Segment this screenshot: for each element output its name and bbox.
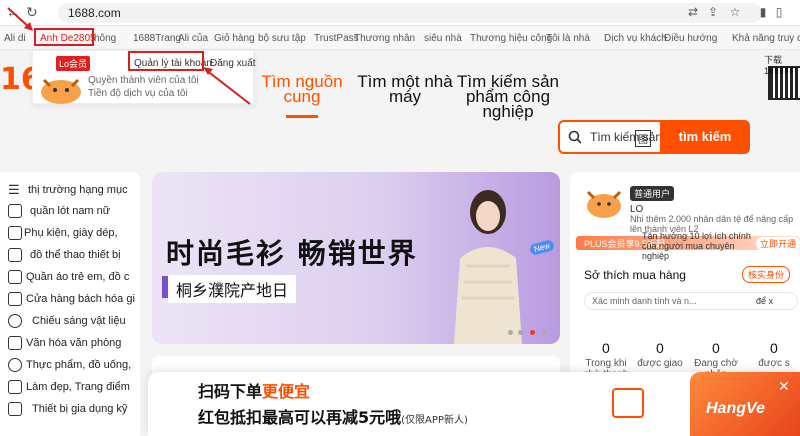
category-item[interactable]: Thiết bị gia dụng kỹ bbox=[32, 403, 127, 415]
stat-delivered-count[interactable]: 0 bbox=[656, 340, 664, 356]
promo-headline: 扫码下单更便宜 bbox=[198, 378, 310, 402]
purchase-preferences-title: Sở thích mua hàng bbox=[584, 268, 686, 282]
carousel-dot[interactable] bbox=[518, 330, 523, 335]
category-item[interactable]: Quần áo trẻ em, đồ c bbox=[26, 271, 129, 283]
promo-subline-text: 红包抵扣最高可以再减5元哦 bbox=[198, 408, 402, 427]
carousel-dot[interactable] bbox=[542, 330, 547, 335]
category-item[interactable]: Phụ kiện, giày dép, bbox=[24, 227, 118, 239]
stat-pending-payment-count[interactable]: 0 bbox=[602, 340, 610, 356]
bulb-icon bbox=[8, 314, 22, 328]
tab-find-factory[interactable]: Tìm một nhà máy bbox=[356, 73, 454, 105]
baby-icon bbox=[8, 270, 22, 284]
promo-subline-note: (仅限APP新人) bbox=[401, 415, 468, 426]
banner-title: 时尚毛衫 畅销世界 bbox=[166, 237, 418, 270]
gift-icon bbox=[612, 388, 644, 418]
beauty-icon bbox=[8, 380, 22, 394]
user-level-badge: 普通用户 bbox=[630, 186, 675, 201]
camera-icon bbox=[8, 402, 22, 416]
plus-open-button[interactable]: 立即开通 bbox=[756, 237, 800, 250]
office-icon bbox=[8, 336, 22, 350]
promo-headline-a: 扫码下单 bbox=[198, 382, 263, 401]
verify-identity-text: Xác minh danh tính và n... bbox=[592, 296, 697, 306]
category-item[interactable]: Cửa hàng bách hóa gi bbox=[26, 293, 135, 305]
active-tab-underline bbox=[286, 115, 318, 118]
category-item[interactable]: Chiếu sáng vật liệu bbox=[32, 315, 126, 327]
stat-delivered-label[interactable]: được giao bbox=[634, 358, 686, 369]
promo-subline: 红包抵扣最高可以再减5元哦(仅限APP新人) bbox=[198, 404, 468, 428]
category-item[interactable]: quần lót nam nữ bbox=[30, 205, 110, 217]
user-avatar bbox=[584, 184, 624, 220]
carousel-dot[interactable] bbox=[508, 330, 513, 335]
verify-identity-button[interactable]: 核实身份 bbox=[742, 266, 791, 283]
carousel-dot-active[interactable] bbox=[530, 330, 535, 335]
category-item[interactable]: Văn hóa văn phòng bbox=[26, 337, 121, 349]
close-icon[interactable]: ✕ bbox=[778, 378, 790, 395]
tab-find-source[interactable]: Tìm nguồn cung bbox=[250, 73, 354, 105]
category-item[interactable]: Làm đẹp, Trang điểm bbox=[26, 381, 130, 393]
promo-headline-b: 更便宜 bbox=[262, 382, 311, 401]
search-icon bbox=[568, 130, 582, 144]
search-button[interactable]: tìm kiếm bbox=[660, 120, 750, 154]
banner-subtitle: 桐乡濮院产地日 bbox=[168, 275, 297, 303]
food-icon bbox=[8, 358, 22, 372]
accessory-icon bbox=[8, 226, 22, 240]
category-item[interactable]: Thực phẩm, đồ uống, bbox=[26, 359, 131, 371]
category-item[interactable]: đồ thể thao thiết bị bbox=[30, 249, 121, 261]
banner-model-image bbox=[440, 178, 535, 344]
stat-awaiting-receipt-count[interactable]: 0 bbox=[712, 340, 720, 356]
stat-other-count[interactable]: 0 bbox=[770, 340, 778, 356]
upgrade-hint: Nhi thêm 2.000 nhân dân tệ để nâng cấp bbox=[630, 214, 794, 224]
plus-benefits-text: Tận hưởng 10 lợi ích chính của người mua… bbox=[642, 231, 751, 261]
shirt-icon bbox=[8, 204, 22, 218]
category-title[interactable]: thị trường hạng mục bbox=[28, 184, 128, 196]
search-input[interactable]: Tìm kiếm sản bbox=[590, 130, 662, 144]
image-search-icon[interactable]: 图 bbox=[635, 130, 651, 147]
toy-icon bbox=[8, 248, 22, 262]
watermark-logo: HangVe bbox=[706, 400, 765, 417]
qr-code bbox=[768, 66, 800, 100]
store-icon bbox=[8, 292, 22, 306]
menu-icon: ☰ bbox=[8, 182, 20, 197]
stat-other-label[interactable]: được s bbox=[748, 358, 800, 369]
verify-more-link[interactable]: để x bbox=[756, 296, 773, 306]
tab-industrial-search[interactable]: Tìm kiếm sản phẩm công nghiệp bbox=[456, 73, 560, 120]
